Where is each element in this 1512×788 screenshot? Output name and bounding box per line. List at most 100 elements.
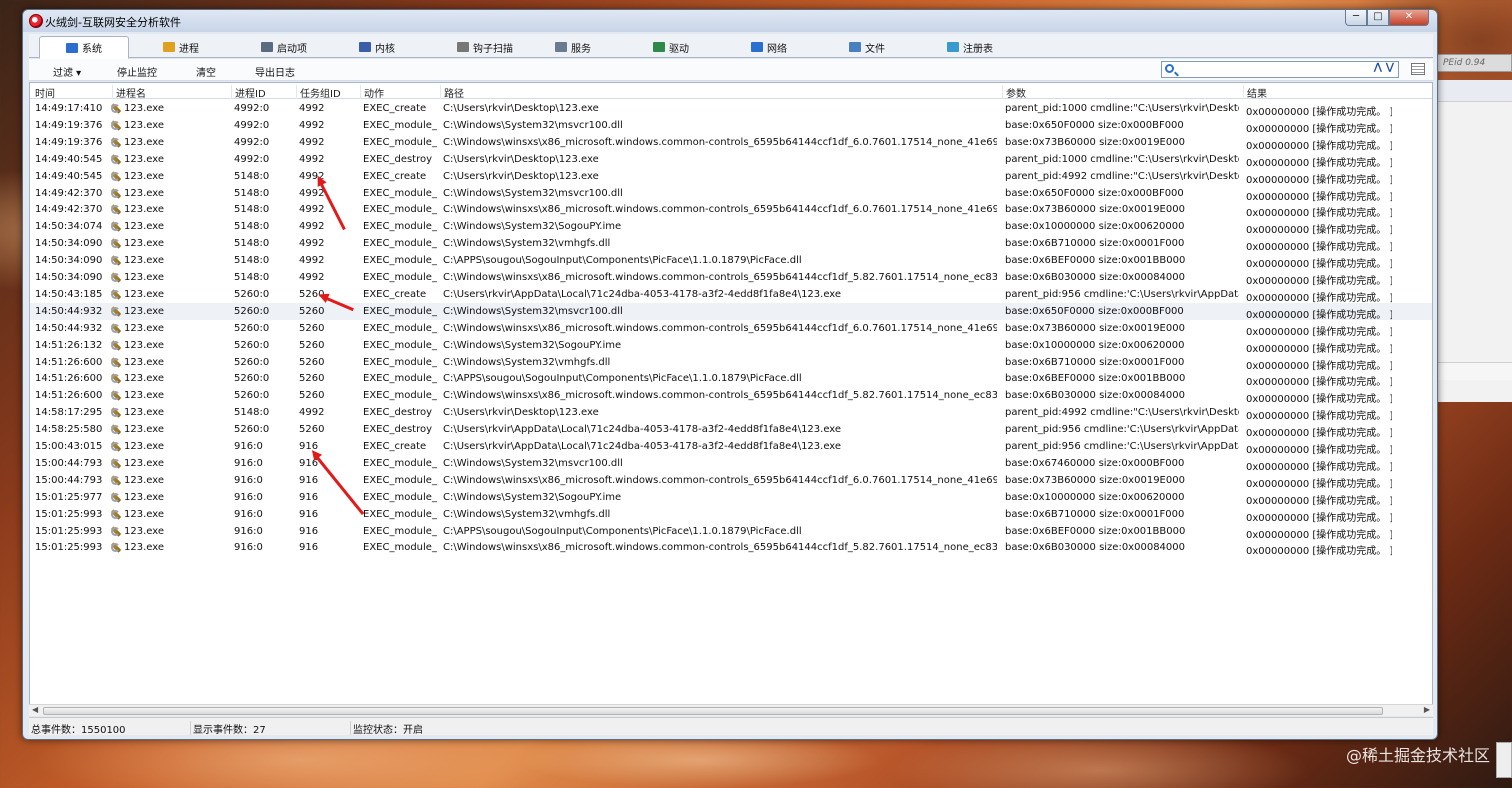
cell-params: parent_pid:1000 cmdline:"C:\Users\rkvir\… (1005, 153, 1239, 165)
app-logo-icon (29, 14, 43, 28)
cell-path: C:\Windows\winsxs\x86_microsoft.windows.… (443, 136, 997, 148)
table-row[interactable]: 14:50:34:090 123.exe 5148:0 4992 EXEC_module… (30, 235, 1432, 253)
cell-action: EXEC_module_... (363, 238, 437, 250)
cell-params: base:0x6B710000 size:0x0001F000 (1005, 356, 1185, 368)
tab-5[interactable]: 钩子扫描 (431, 36, 523, 58)
column-header[interactable]: 参数 (1002, 85, 1026, 100)
cell-pid: 5148:0 (234, 204, 270, 216)
search-prev-next-icon[interactable]: ⋀ ⋁ (1374, 62, 1394, 73)
cell-result: 0x00000000 [操作成功完成。 ] (1246, 174, 1392, 186)
cell-action: EXEC_module_... (363, 305, 437, 317)
table-row[interactable]: 14:58:17:295 123.exe 5148:0 4992 EXEC_destro… (30, 404, 1432, 422)
cell-time: 15:01:25:993 (35, 542, 103, 554)
scroll-right-icon[interactable]: ▶ (1424, 705, 1430, 714)
table-row[interactable]: 14:49:42:370 123.exe 5148:0 4992 EXEC_module… (30, 185, 1432, 203)
table-row[interactable]: 14:50:44:932 123.exe 5260:0 5260 EXEC_module… (30, 302, 1432, 321)
minimize-button[interactable]: ─ (1345, 10, 1367, 26)
table-row[interactable]: 14:49:42:370 123.exe 5148:0 4992 EXEC_module… (30, 201, 1432, 219)
table-row[interactable]: 14:58:25:580 123.exe 5260:0 5260 EXEC_destro… (30, 421, 1432, 439)
horizontal-scrollbar[interactable]: ◀ ▶ (29, 704, 1433, 716)
tab-1[interactable]: 系统 (39, 36, 129, 59)
table-row[interactable]: 14:50:44:932 123.exe 5260:0 5260 EXEC_module… (30, 320, 1432, 338)
tab-4[interactable]: 内核 (333, 36, 425, 58)
tab-8[interactable]: 网络 (725, 36, 817, 58)
cell-params: parent_pid:1000 cmdline:"C:\Users\rkvir\… (1005, 103, 1239, 114)
clear-button[interactable]: 清空 (196, 64, 216, 79)
table-row[interactable]: 14:50:34:090 123.exe 5148:0 4992 EXEC_module… (30, 252, 1432, 270)
cell-group-id: 5260 (299, 322, 325, 334)
table-row[interactable]: 15:00:44:793 123.exe 916:0 916 EXEC_module_.… (30, 455, 1432, 473)
table-row[interactable]: 14:51:26:132 123.exe 5260:0 5260 EXEC_module… (30, 337, 1432, 355)
tab-7[interactable]: 驱动 (627, 36, 719, 58)
table-row[interactable]: 14:50:34:074 123.exe 5148:0 4992 EXEC_module… (30, 218, 1432, 236)
scroll-left-icon[interactable]: ◀ (32, 705, 38, 714)
scroll-thumb[interactable] (43, 707, 1383, 715)
table-row[interactable]: 14:51:26:600 123.exe 5260:0 5260 EXEC_module… (30, 370, 1432, 388)
column-settings-icon[interactable] (1411, 63, 1425, 75)
cell-time: 15:01:25:977 (35, 491, 103, 503)
cell-path: C:\Windows\System32\SogouPY.ime (443, 491, 622, 503)
table-row[interactable]: 15:00:43:015 123.exe 916:0 916 EXEC_create C:… (30, 438, 1432, 456)
process-wrench-icon (110, 458, 121, 469)
cell-process-name: 123.exe (124, 288, 165, 300)
cell-process-name: 123.exe (124, 322, 165, 334)
table-row[interactable]: 14:49:17:410 123.exe 4992:0 4992 EXEC_create… (30, 100, 1432, 118)
cell-time: 14:50:34:074 (35, 221, 103, 233)
cell-params: base:0x6B710000 size:0x0001F000 (1005, 508, 1185, 520)
cell-action: EXEC_module_... (363, 390, 437, 402)
column-header[interactable]: 动作 (360, 85, 384, 100)
column-header[interactable]: 路径 (440, 85, 464, 100)
cell-action: EXEC_module_... (363, 491, 437, 503)
maximize-button[interactable]: □ (1367, 10, 1389, 26)
cell-process-name: 123.exe (124, 339, 165, 351)
cell-process-name: 123.exe (124, 305, 165, 317)
column-header[interactable]: 进程名 (112, 85, 146, 100)
cell-action: EXEC_module_... (363, 255, 437, 267)
tab-10[interactable]: 注册表 (921, 36, 1013, 58)
table-row[interactable]: 15:01:25:993 123.exe 916:0 916 EXEC_module_.… (30, 539, 1432, 557)
tab-3[interactable]: 启动项 (235, 36, 327, 58)
cell-pid: 5148:0 (234, 170, 270, 182)
cell-process-name: 123.exe (124, 356, 165, 368)
table-row[interactable]: 14:49:19:376 123.exe 4992:0 4992 EXEC_module… (30, 117, 1432, 135)
process-wrench-icon (110, 357, 121, 368)
service-icon (555, 42, 567, 52)
table-row[interactable]: 14:50:43:185 123.exe 5260:0 5260 EXEC_create… (30, 286, 1432, 304)
cell-path: C:\APPS\sougou\SogouInput\Components\Pic… (443, 525, 802, 537)
cell-path: C:\Windows\winsxs\x86_microsoft.windows.… (443, 390, 997, 402)
title-bar[interactable]: 火绒剑-互联网安全分析软件 ─ □ ✕ (23, 10, 1437, 32)
table-row[interactable]: 15:01:25:993 123.exe 916:0 916 EXEC_module_.… (30, 506, 1432, 524)
process-wrench-icon (110, 407, 121, 418)
table-row[interactable]: 15:01:25:993 123.exe 916:0 916 EXEC_module_.… (30, 523, 1432, 541)
cell-path: C:\Users\rkvir\AppData\Local\71c24dba-40… (443, 424, 842, 436)
table-row[interactable]: 15:01:25:977123.exe916:0916EXEC_module_.… (30, 489, 1432, 507)
column-header[interactable]: 结果 (1243, 85, 1267, 100)
process-wrench-icon (110, 542, 121, 553)
tab-6[interactable]: 服务 (529, 36, 621, 58)
table-row[interactable]: 14:50:34:090 123.exe 5148:0 4992 EXEC_module… (30, 269, 1432, 287)
cell-params: base:0x650F0000 size:0x000BF000 (1005, 187, 1184, 199)
process-wrench-icon (110, 323, 121, 334)
cell-path: C:\Users\rkvir\Desktop\123.exe (443, 170, 599, 182)
tab-2[interactable]: 进程 (137, 36, 229, 58)
column-header[interactable]: 任务组ID (296, 85, 341, 100)
background-window-edge (1496, 742, 1512, 778)
cell-path: C:\Windows\System32\msvcr100.dll (443, 305, 623, 317)
table-row[interactable]: 14:51:26:600 123.exe 5260:0 5260 EXEC_module… (30, 387, 1432, 405)
close-button[interactable]: ✕ (1389, 10, 1429, 26)
table-row[interactable]: 14:49:40:545 123.exe 4992:0 4992 EXEC_destro… (30, 151, 1432, 169)
table-row[interactable]: 14:49:40:545 123.exe 5148:0 4992 EXEC_create… (30, 168, 1432, 186)
search-input[interactable]: ⋀ ⋁ (1161, 61, 1399, 78)
filter-button[interactable]: 过滤 ▾ (53, 64, 81, 79)
cell-params: base:0x6B030000 size:0x00084000 (1005, 390, 1185, 402)
cell-path: C:\Users\rkvir\Desktop\123.exe (443, 407, 599, 419)
table-row[interactable]: 14:51:26:600 123.exe 5260:0 5260 EXEC_module… (30, 354, 1432, 372)
stop-monitor-button[interactable]: 停止监控 (117, 64, 157, 79)
cell-action: EXEC_module_... (363, 457, 437, 469)
table-row[interactable]: 14:49:19:376 123.exe 4992:0 4992 EXEC_module… (30, 134, 1432, 152)
tab-9[interactable]: 文件 (823, 36, 915, 58)
table-row[interactable]: 15:00:44:793 123.exe 916:0 916 EXEC_module_.… (30, 472, 1432, 490)
column-header[interactable]: 进程ID (231, 85, 266, 100)
column-header[interactable]: 时间 (32, 85, 55, 100)
export-log-button[interactable]: 导出日志 (255, 64, 295, 79)
